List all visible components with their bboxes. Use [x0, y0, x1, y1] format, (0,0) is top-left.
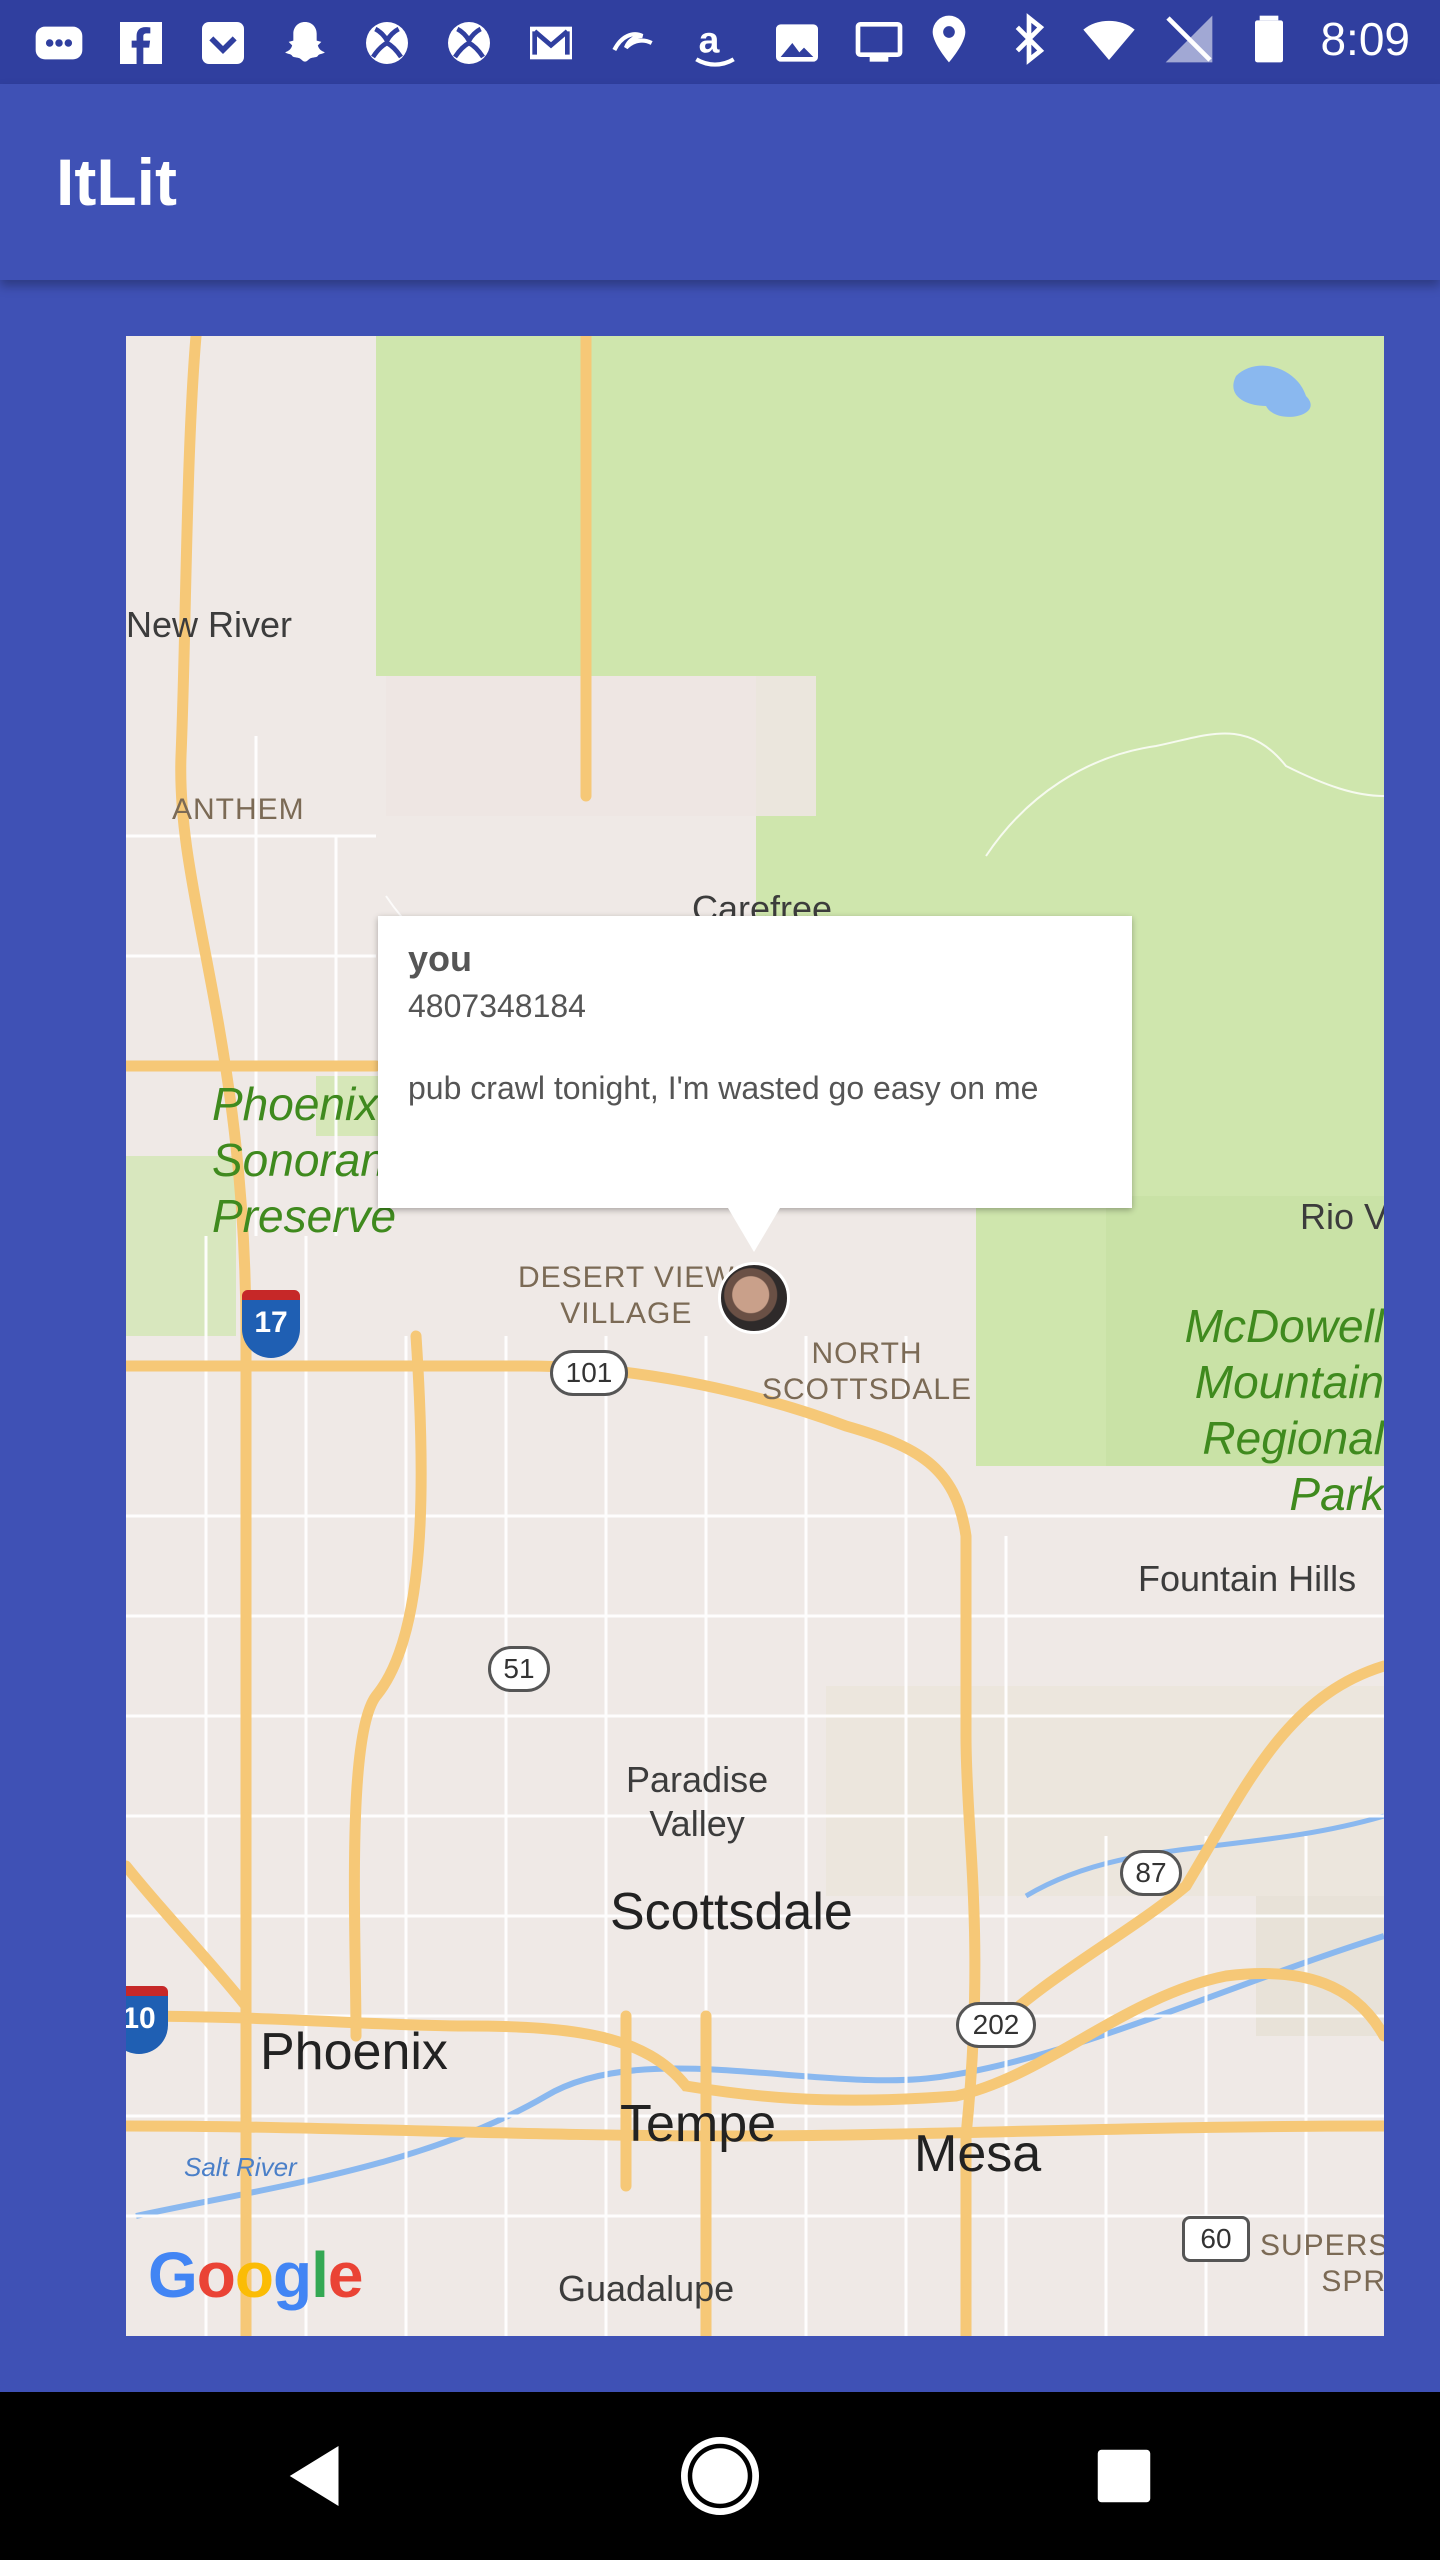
no-signal-icon — [1160, 10, 1218, 68]
map-label-phoenix-sonoran-preserve: Phoenix Sonoran Preserve — [212, 1078, 397, 1242]
snapchat-icon — [276, 14, 334, 72]
navigation-bar — [0, 2392, 1440, 2560]
map-label-desert-view-village: DESERT VIEW VILLAGE — [518, 1261, 735, 1330]
gmail-icon — [522, 14, 580, 72]
us-60-shield: 60 — [1182, 2216, 1250, 2262]
amazon-pay-icon — [604, 14, 662, 72]
route-87-shield: 87 — [1120, 1850, 1182, 1896]
google-attribution-logo: Google — [148, 2238, 363, 2312]
map-label-rio-verde: Rio V — [1300, 1196, 1384, 1237]
recents-icon — [1097, 2449, 1151, 2503]
system-icons: 8:09 — [920, 10, 1410, 68]
map-label-phoenix: Phoenix — [260, 2023, 448, 2081]
map-label-scottsdale: Scottsdale — [610, 1883, 853, 1941]
app-bar: ItLit — [0, 84, 1440, 280]
facebook-icon — [112, 14, 170, 72]
map-view[interactable]: New River ANTHEM Carefree Phoenix Sonora… — [126, 336, 1384, 2336]
map-label-fountain-hills: Fountain Hills — [1138, 1558, 1357, 1599]
google-logo-text: Google — [148, 2239, 363, 2311]
cast-icon — [850, 14, 908, 72]
map-label-anthem: ANTHEM — [172, 793, 305, 826]
amazon-icon: a — [686, 14, 744, 72]
map-label-salt-river: Salt River — [184, 2152, 297, 2182]
chat-bubble-icon — [30, 14, 88, 72]
map-label-mesa: Mesa — [914, 2125, 1042, 2183]
interstate-17-shield: 17 — [242, 1290, 300, 1358]
map-label-tempe: Tempe — [620, 2095, 777, 2153]
map-label-mcdowell-mountain: McDowell Mountain Regional Park — [1184, 1300, 1384, 1520]
bluetooth-icon — [1000, 10, 1058, 68]
notification-icons: a — [30, 14, 908, 72]
battery-icon — [1240, 10, 1298, 68]
info-window-phone: 4807348184 — [408, 988, 586, 1024]
app-title: ItLit — [56, 145, 177, 219]
pocket-icon — [194, 14, 252, 72]
marker-info-window[interactable]: you 4807348184 pub crawl tonight, I'm wa… — [378, 916, 1132, 1252]
status-clock: 8:09 — [1320, 13, 1410, 65]
route-51-shield: 51 — [488, 1646, 550, 1692]
home-button[interactable] — [670, 2426, 770, 2526]
info-window-title: you — [408, 938, 473, 979]
wifi-icon — [1080, 10, 1138, 68]
home-icon — [681, 2437, 759, 2515]
user-location-marker[interactable] — [718, 1262, 790, 1334]
location-icon — [920, 10, 978, 68]
photos-icon — [768, 14, 826, 72]
xbox-icon — [358, 14, 416, 72]
svg-text:a: a — [699, 18, 720, 60]
back-icon — [289, 2446, 339, 2506]
back-button[interactable] — [266, 2426, 366, 2526]
route-101-shield: 101 — [550, 1350, 628, 1396]
recents-button[interactable] — [1074, 2426, 1174, 2526]
map-label-superstition-springs: SUPERSTI SPRIN — [1260, 2229, 1384, 2298]
map-label-north-scottsdale: NORTH SCOTTSDALE — [762, 1337, 973, 1406]
route-202-shield: 202 — [956, 2002, 1036, 2048]
map-label-guadalupe: Guadalupe — [558, 2268, 735, 2309]
info-window-message: pub crawl tonight, I'm wasted go easy on… — [408, 1070, 1039, 1106]
status-bar: a 8:09 — [0, 0, 1440, 84]
map-label-new-river: New River — [126, 604, 293, 645]
map-label-paradise-valley: Paradise Valley — [626, 1759, 769, 1844]
xbox-icon — [440, 14, 498, 72]
